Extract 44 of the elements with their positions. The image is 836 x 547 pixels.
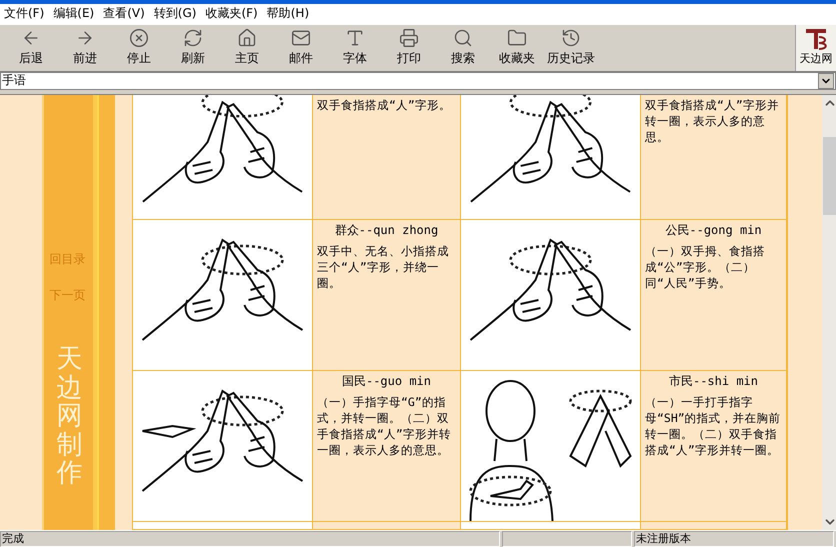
toolbar-button[interactable]: 字体 — [328, 26, 382, 70]
scrollbar[interactable] — [822, 94, 836, 530]
refresh-icon — [183, 28, 203, 48]
home-icon — [237, 28, 257, 48]
search-icon — [453, 28, 473, 48]
toolbar-button[interactable]: 打印 — [382, 26, 436, 70]
stop-icon — [129, 28, 149, 48]
sign-title: 国民--guo min — [340, 372, 432, 390]
sign-description: 双手中、无名、小指搭成三个“人”字形，并绕一圈。 — [317, 242, 450, 291]
sign-title: 公民--gong min — [664, 222, 763, 239]
toolbar-button[interactable]: 搜索 — [436, 26, 490, 70]
watermark: 天边网制作 — [56, 344, 82, 488]
toolbar-button[interactable]: 停止 — [112, 26, 166, 70]
font-icon — [345, 28, 365, 48]
menu-item[interactable]: 收藏夹(F) — [203, 5, 265, 22]
toolbar-button[interactable]: 前进 — [58, 26, 112, 70]
sign-description: 双手食指搭成“人”字形。 — [317, 96, 452, 113]
sign-description: （一）一手打手指字母“SH”的指式，并在胸前转一圈。（二）双手食指搭成“人”字形并转一圈。 — [645, 394, 782, 458]
menu-item[interactable]: 查看(V) — [101, 5, 152, 22]
status-text: 未注册版本 — [634, 530, 834, 547]
menu-item[interactable]: 文件(F) — [2, 5, 52, 22]
sign-description: （一）双手拇、食指搭成“公”字形。（二）同“人民”手势。 — [645, 242, 766, 291]
logo-text: 天边网 — [800, 50, 832, 66]
menu-item[interactable]: 转到(G) — [152, 5, 204, 22]
print-icon — [399, 28, 419, 48]
sign-title: 市民--shi min — [668, 372, 760, 390]
menu-item[interactable]: 帮助(H) — [264, 5, 316, 22]
folder-icon — [507, 28, 527, 48]
scroll-thumb[interactable] — [822, 136, 836, 215]
toolbar-button[interactable]: 邮件 — [274, 26, 328, 70]
sign-description: （一）手指字母“G”的指式，并转一圈。（二）双手食指搭成“人”字形并转一圈，表示人多的意思。 — [317, 394, 452, 458]
sign-description: 双手食指搭成“人”字形并转一圈，表示人多的意思。 — [645, 96, 780, 145]
toolbar-button[interactable]: 收藏夹 — [490, 26, 544, 70]
status-text: 完成 — [0, 530, 500, 547]
mail-icon — [291, 28, 311, 48]
toolbar-button[interactable]: 主页 — [220, 26, 274, 70]
dropdown-button[interactable] — [818, 72, 834, 89]
toolbar-button[interactable]: 历史记录 — [544, 26, 598, 70]
menu-item[interactable]: 编辑(E) — [51, 5, 102, 22]
toolbar-button[interactable]: 刷新 — [166, 26, 220, 70]
address-field[interactable]: 手语 — [0, 72, 836, 90]
sign-title: 群众--qun zhong — [334, 222, 440, 239]
toolbar-button[interactable]: 后退 — [4, 26, 58, 70]
clock-icon — [561, 28, 581, 48]
